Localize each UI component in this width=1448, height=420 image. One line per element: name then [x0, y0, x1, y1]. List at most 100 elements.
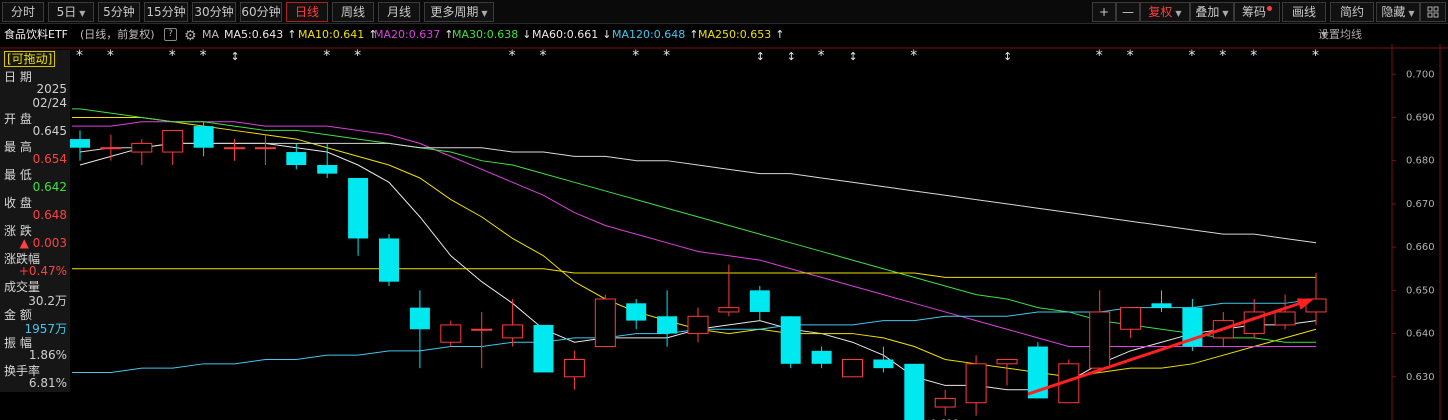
arrow-down-icon: ↓ — [522, 28, 532, 41]
y-tick-label: 0.660 — [1406, 242, 1435, 253]
toolbar-right-button-6[interactable]: 简约 — [1330, 2, 1374, 22]
ma-legend-item: MA30:0.638 — [452, 28, 519, 41]
event-star-icon: * — [1219, 48, 1226, 64]
candle-down — [873, 359, 894, 369]
candlestick-chart[interactable]: 0.700 0.690 0.680 0.670 0.660 0.650 0.640 0.630… — [0, 44, 1448, 420]
toolbar-right-button-2[interactable]: 复权 ▼ — [1140, 2, 1190, 22]
ma-line-ma10 — [72, 116, 1317, 378]
toolbar-right-button-5[interactable]: 画线 — [1282, 2, 1326, 22]
candle-down — [780, 316, 801, 364]
candle-up — [965, 363, 987, 404]
toolbar-left-button-5[interactable]: 60分钟 — [240, 2, 282, 22]
event-star-icon: * — [107, 48, 114, 64]
candle-up — [502, 324, 524, 339]
event-star-icon: * — [910, 48, 917, 64]
y-tick-label: 0.700 — [1406, 69, 1435, 80]
arrow-up-icon: ↑ — [775, 28, 785, 41]
toolbar-right-button-0[interactable]: + — [1092, 2, 1116, 22]
toolbar-left-button-1[interactable]: 5日 ▼ — [48, 2, 94, 22]
ma-legend-item: MA250:0.653 — [698, 28, 772, 41]
event-arrow-icon: ↕ — [787, 50, 796, 63]
candle-up — [842, 358, 863, 378]
candle-down — [286, 152, 307, 166]
candle-up — [254, 147, 276, 150]
ma-line-ma5 — [79, 142, 1317, 391]
toolbar-right-button-4[interactable]: 筹码 — [1234, 2, 1280, 22]
candle-up — [718, 307, 740, 313]
toolbar-left-button-2[interactable]: 5分钟 — [98, 2, 140, 22]
event-arrow-icon: ↕ — [1003, 50, 1012, 63]
toolbar-right-button-3[interactable]: 叠加 ▼ — [1190, 2, 1234, 22]
chart-mode: (日线，前复权) — [80, 28, 155, 41]
instrument-title: 食品饮料ETF — [4, 28, 68, 41]
candle-down — [348, 177, 369, 239]
candle-up — [440, 324, 462, 343]
ma-legend-entry: MA20:0.637 ↑ — [374, 26, 453, 44]
candle-down — [533, 324, 554, 373]
candle-up — [687, 315, 709, 335]
candle-down — [70, 139, 90, 148]
y-tick-label: 0.670 — [1406, 199, 1435, 210]
candle-up — [1274, 311, 1296, 326]
notification-dot-icon — [1267, 6, 1272, 11]
toolbar-left-button-3[interactable]: 15分钟 — [144, 2, 188, 22]
ma-legend-item: MA120:0.648 — [612, 28, 686, 41]
y-tick-label: 0.630 — [1406, 372, 1435, 383]
arrow-down-icon: ↓ — [602, 28, 612, 41]
help-icon[interactable]: ? — [164, 28, 177, 41]
candle-up — [996, 358, 1018, 365]
candle-up — [563, 358, 585, 378]
event-star-icon: * — [818, 48, 825, 64]
ma-legend-entry: MA60:0.661 ↓ — [532, 26, 611, 44]
event-star-icon: * — [509, 48, 516, 64]
ma-legend-item: MA10:0.641 — [298, 28, 365, 41]
toolbar-right-button-1[interactable]: — — [1116, 2, 1140, 22]
event-arrow-icon: ↕ — [756, 50, 765, 63]
toolbar-left-button-0[interactable]: 分时 — [2, 2, 44, 22]
toolbar-left-button-4[interactable]: 30分钟 — [192, 2, 236, 22]
chevron-down-icon: ▼ — [1175, 9, 1182, 18]
candle-down — [193, 126, 214, 148]
candle-up — [100, 147, 122, 150]
event-star-icon: * — [1096, 48, 1103, 64]
candle-down — [904, 363, 925, 420]
ma-legend-item: MA20:0.637 — [374, 28, 441, 41]
event-star-icon: * — [76, 48, 83, 64]
toolbar-left-button-8[interactable]: 月线 — [378, 2, 420, 22]
y-tick-label: 0.650 — [1406, 285, 1435, 296]
chevron-down-icon: ▼ — [1222, 9, 1229, 18]
event-star-icon: * — [323, 48, 330, 64]
ma-label: MA — [202, 28, 220, 41]
candle-up — [1089, 311, 1111, 369]
candle-down — [1151, 303, 1172, 308]
event-arrow-icon: ↕ — [849, 50, 858, 63]
candle-up — [471, 328, 493, 331]
ma-legend-entry: MA120:0.648 ↑ — [612, 26, 698, 44]
y-tick-label: 0.690 — [1406, 112, 1435, 123]
toolbar-left-button-9[interactable]: 更多周期 ▼ — [424, 2, 494, 22]
event-star-icon: * — [200, 48, 207, 64]
event-star-icon: * — [169, 48, 176, 64]
y-tick-label: 0.640 — [1406, 329, 1435, 340]
event-star-icon: * — [1250, 48, 1257, 64]
event-star-icon: * — [354, 48, 361, 64]
toolbar-left-button-7[interactable]: 周线 — [332, 2, 374, 22]
toolbar-left-button-6[interactable]: 日线 — [286, 2, 328, 22]
candle-up — [131, 142, 153, 153]
ma-line-ma250 — [72, 268, 1316, 278]
chevron-down-icon: ▼ — [1408, 9, 1415, 18]
candle-down — [657, 316, 678, 334]
candle-up — [224, 147, 245, 150]
ma-legend: 食品饮料ETF (日线，前复权) ? ⚙ MA MA5:0.643 ↑ MA10:0… — [4, 26, 1362, 45]
candle-up — [934, 397, 956, 408]
toolbar-right-button-7[interactable]: 隐藏 ▼ — [1376, 2, 1420, 22]
event-star-icon: * — [632, 48, 639, 64]
chevron-down-icon: ▼ — [481, 9, 488, 18]
candle-up — [594, 298, 616, 348]
ma-legend-item: MA5:0.643 — [224, 28, 284, 41]
grid-icon[interactable] — [1420, 2, 1446, 22]
candle-down — [409, 307, 430, 330]
ma-legend-entry: MA30:0.638 ↓ — [452, 26, 531, 44]
gear-icon[interactable]: ⚙ — [184, 27, 197, 45]
event-star-icon: * — [1312, 48, 1319, 64]
